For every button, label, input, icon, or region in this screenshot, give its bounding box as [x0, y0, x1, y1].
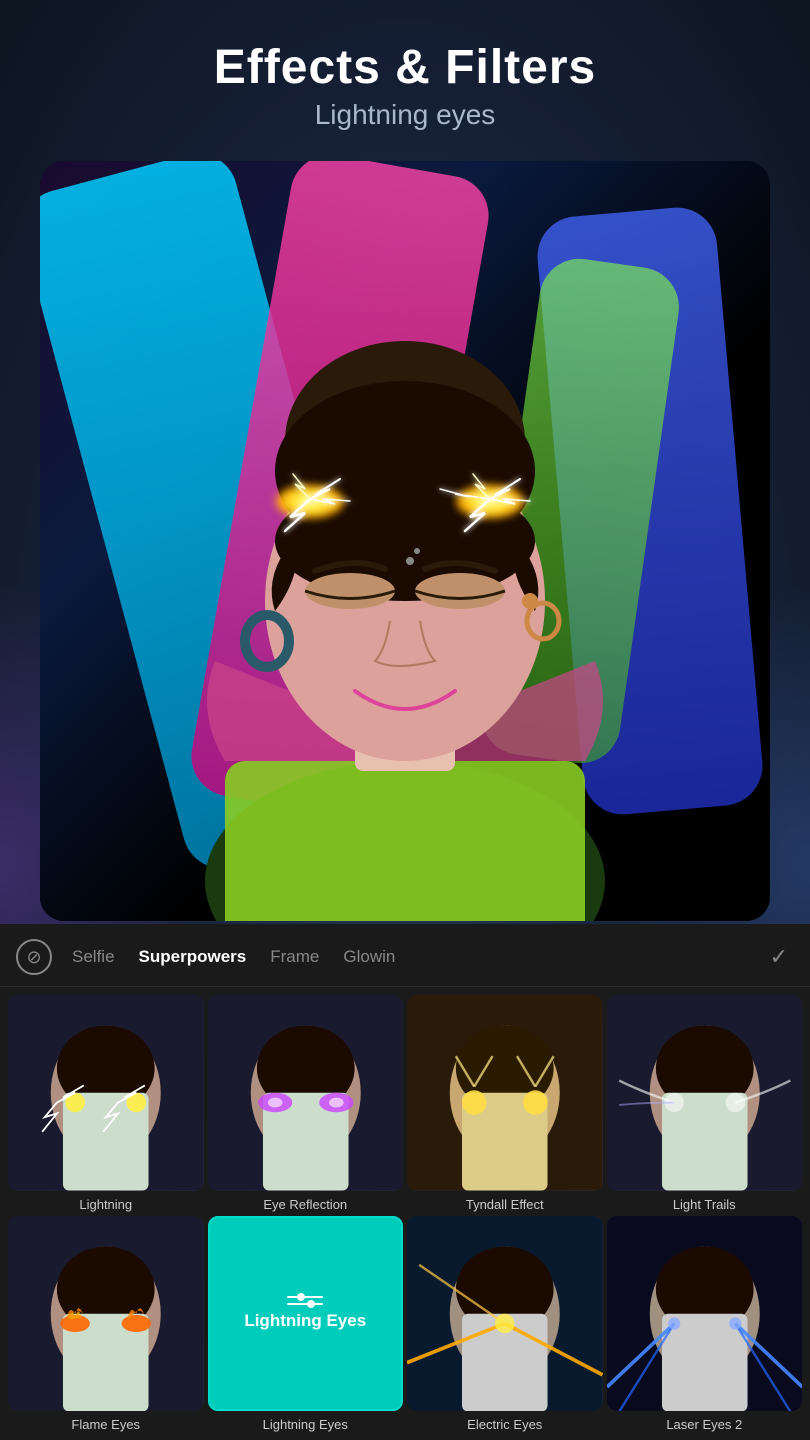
- effect-label-laser-eyes-2: Laser Eyes 2: [666, 1417, 742, 1432]
- tab-superpowers[interactable]: Superpowers: [127, 941, 259, 973]
- adjust-label: Lightning Eyes: [244, 1311, 366, 1331]
- tab-checkmark[interactable]: ✓: [764, 938, 794, 976]
- effect-tyndall[interactable]: Tyndall Effect: [407, 995, 603, 1212]
- page-title: Effects & Filters: [20, 40, 790, 95]
- effect-thumb-tyndall: [407, 995, 603, 1191]
- header: Effects & Filters Lightning eyes: [0, 0, 810, 151]
- adjust-panel: Lightning Eyes: [210, 1218, 402, 1410]
- effect-lightning-eyes[interactable]: Lightning Eyes Lightning Eyes: [208, 1216, 404, 1433]
- tab-bar: ⊘ Selfie Superpowers Frame Glowin ✓: [0, 924, 810, 987]
- effect-thumb-eye-reflection: [208, 995, 404, 1191]
- page-subtitle: Lightning eyes: [20, 99, 790, 131]
- no-filter-button[interactable]: ⊘: [16, 939, 52, 975]
- effect-eye-reflection[interactable]: Eye Reflection: [208, 995, 404, 1212]
- effect-thumb-flame-eyes: [8, 1216, 204, 1412]
- effect-electric-eyes[interactable]: Electric Eyes: [407, 1216, 603, 1433]
- effect-label-tyndall: Tyndall Effect: [466, 1197, 544, 1212]
- photo-preview: [40, 161, 770, 921]
- effect-laser-eyes-2[interactable]: Laser Eyes 2: [607, 1216, 803, 1433]
- effect-label-lightning-eyes: Lightning Eyes: [263, 1417, 348, 1432]
- lightning-effect: [255, 469, 555, 549]
- effect-thumb-lightning: [8, 995, 204, 1191]
- effect-label-light-trails: Light Trails: [673, 1197, 736, 1212]
- tab-glowin[interactable]: Glowin: [331, 941, 407, 973]
- effect-label-eye-reflection: Eye Reflection: [263, 1197, 347, 1212]
- adjust-line-1: [287, 1296, 323, 1298]
- adjust-line-2: [287, 1303, 323, 1305]
- tab-frame[interactable]: Frame: [258, 941, 331, 973]
- effect-label-lightning: Lightning: [79, 1197, 132, 1212]
- effect-thumb-lightning-eyes: Lightning Eyes: [208, 1216, 404, 1412]
- effect-thumb-light-trails: [607, 995, 803, 1191]
- bottom-panel: ⊘ Selfie Superpowers Frame Glowin ✓: [0, 924, 810, 1440]
- effect-lightning[interactable]: Lightning: [8, 995, 204, 1212]
- effects-grid: Lightning Eye Reflec: [0, 987, 810, 1440]
- effect-label-flame-eyes: Flame Eyes: [71, 1417, 140, 1432]
- effect-label-electric-eyes: Electric Eyes: [467, 1417, 542, 1432]
- adjust-icon: [287, 1296, 323, 1305]
- effect-thumb-electric-eyes: [407, 1216, 603, 1412]
- lightning-svg: [255, 469, 555, 549]
- photo-bg: [40, 161, 770, 921]
- effect-light-trails[interactable]: Light Trails: [607, 995, 803, 1212]
- tab-selfie[interactable]: Selfie: [60, 941, 127, 973]
- effect-flame-eyes[interactable]: Flame Eyes: [8, 1216, 204, 1433]
- effect-thumb-laser-eyes-2: [607, 1216, 803, 1412]
